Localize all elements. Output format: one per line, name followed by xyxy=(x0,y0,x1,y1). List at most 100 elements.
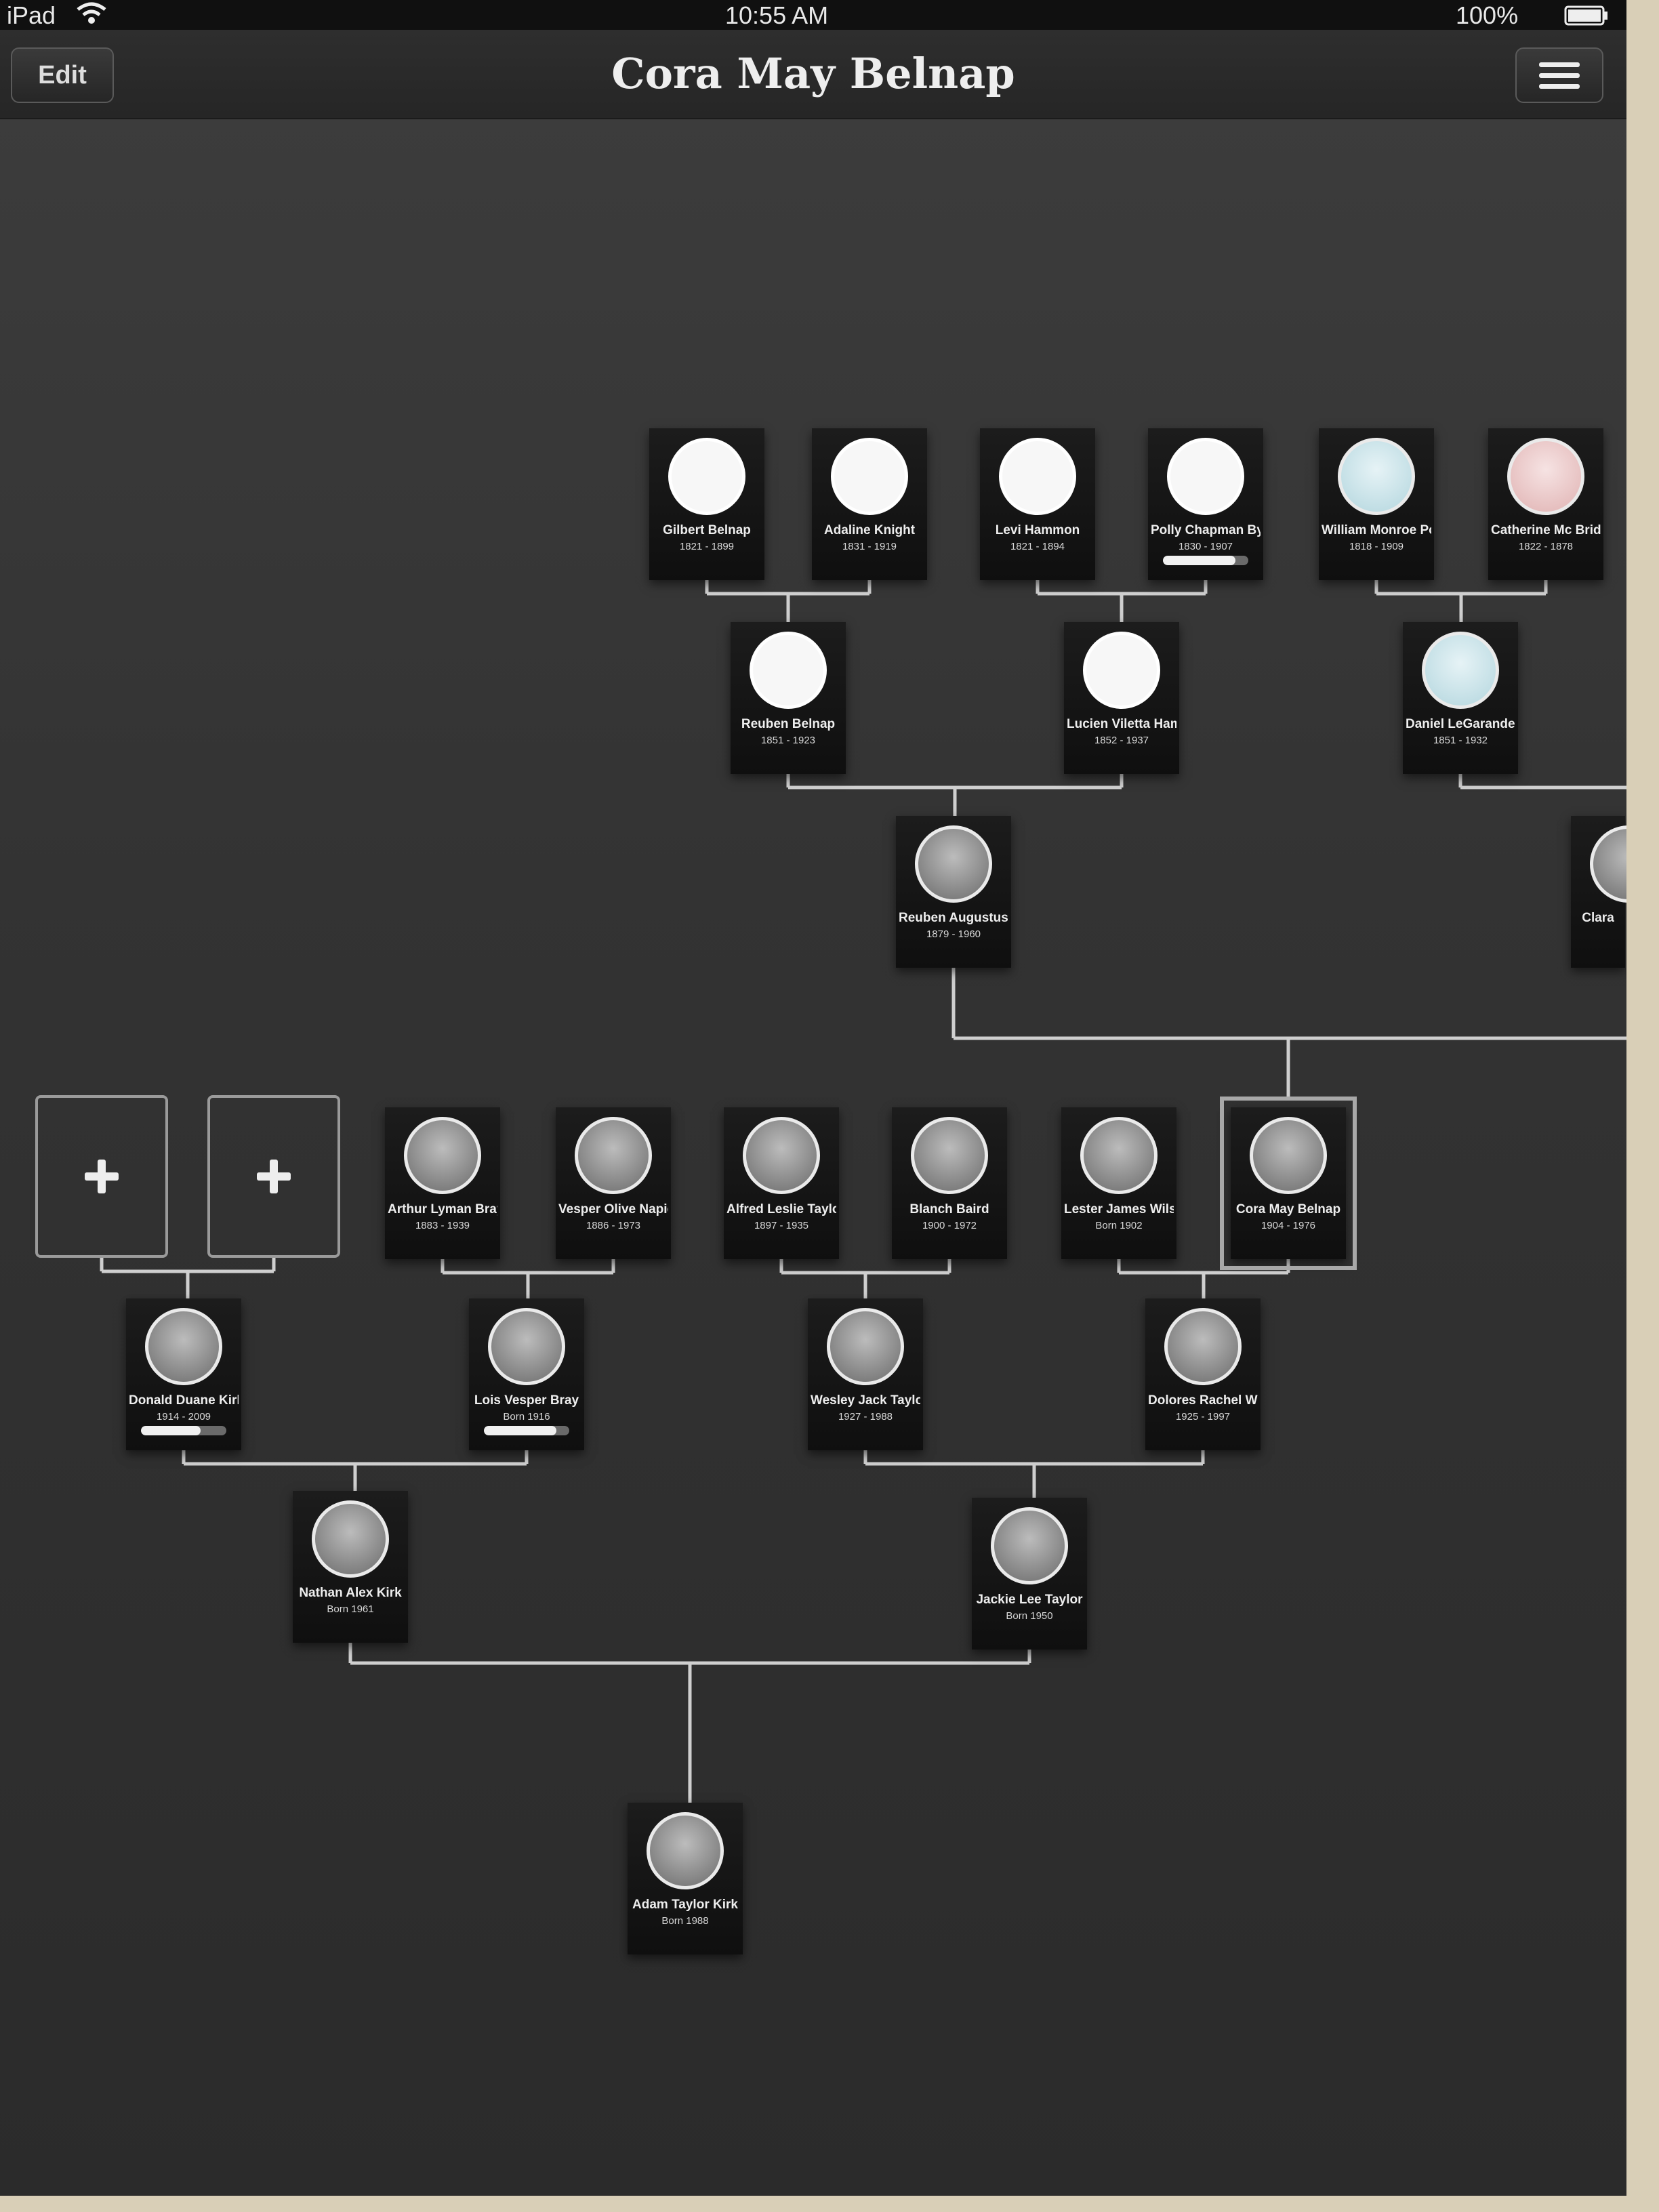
person-card-clara[interactable]: Clara xyxy=(1571,816,1626,968)
person-name: Blanch Baird xyxy=(909,1202,989,1216)
person-name: Adam Taylor Kirk xyxy=(632,1898,738,1912)
person-dates: 1883 - 1939 xyxy=(415,1220,470,1231)
record-progress-bar xyxy=(1163,556,1248,565)
person-dates: 1927 - 1988 xyxy=(838,1411,893,1422)
person-photo xyxy=(312,1500,389,1578)
add-parent-button[interactable] xyxy=(207,1095,340,1258)
person-name: Daniel LeGarande Pope xyxy=(1406,717,1515,731)
person-card-jackie[interactable]: Jackie Lee Taylor Born 1950 xyxy=(972,1498,1087,1650)
record-progress-fill xyxy=(141,1426,201,1435)
person-photo xyxy=(831,438,908,515)
person-photo xyxy=(647,1812,724,1889)
person-photo xyxy=(1167,438,1244,515)
person-photo xyxy=(1164,1308,1242,1385)
person-name: Dolores Rachel Wilson xyxy=(1148,1393,1258,1408)
person-card-blanch[interactable]: Blanch Baird 1900 - 1972 xyxy=(892,1107,1007,1259)
person-card-donald[interactable]: Donald Duane Kirk 1914 - 2009 xyxy=(126,1298,241,1450)
person-dates: 1822 - 1878 xyxy=(1518,541,1574,552)
person-photo xyxy=(1338,438,1415,515)
person-photo xyxy=(743,1117,820,1194)
person-dates: 1830 - 1907 xyxy=(1178,541,1233,552)
person-card-levi[interactable]: Levi Hammon 1821 - 1894 xyxy=(980,428,1095,580)
person-photo xyxy=(911,1117,988,1194)
person-photo xyxy=(575,1117,652,1194)
person-dates: Born 1916 xyxy=(503,1411,550,1422)
record-progress-fill xyxy=(1163,556,1236,565)
person-dates: 1879 - 1960 xyxy=(926,928,981,940)
person-card-adam[interactable]: Adam Taylor Kirk Born 1988 xyxy=(628,1803,743,1954)
person-card-adaline[interactable]: Adaline Knight 1831 - 1919 xyxy=(812,428,927,580)
person-dates: 1851 - 1932 xyxy=(1433,735,1488,746)
add-parent-button[interactable] xyxy=(35,1095,168,1258)
person-photo xyxy=(488,1308,565,1385)
person-name: Cora May Belnap xyxy=(1235,1202,1341,1216)
person-name: Vesper Olive Napier xyxy=(558,1202,668,1216)
record-progress-bar xyxy=(141,1426,226,1435)
person-card-lester[interactable]: Lester James Wilson Born 1902 xyxy=(1061,1107,1176,1259)
person-dates: 1831 - 1919 xyxy=(842,541,897,552)
person-card-polly[interactable]: Polly Chapman Bybee 1830 - 1907 xyxy=(1148,428,1263,580)
person-photo xyxy=(1507,438,1584,515)
person-card-vesper[interactable]: Vesper Olive Napier 1886 - 1973 xyxy=(556,1107,671,1259)
person-name: Catherine Mc Bride xyxy=(1491,523,1601,537)
plus-icon xyxy=(257,1160,291,1193)
person-card-reubena[interactable]: Reuben Augustus Belnap 1879 - 1960 xyxy=(896,816,1011,968)
person-card-lucien[interactable]: Lucien Viletta Hammon 1852 - 1937 xyxy=(1064,622,1179,774)
person-dates: 1904 - 1976 xyxy=(1261,1220,1316,1231)
person-photo xyxy=(404,1117,481,1194)
person-dates: Born 1950 xyxy=(1006,1610,1053,1622)
person-dates: 1886 - 1973 xyxy=(586,1220,641,1231)
person-card-dolores[interactable]: Dolores Rachel Wilson 1925 - 1997 xyxy=(1145,1298,1261,1450)
person-dates: 1897 - 1935 xyxy=(754,1220,809,1231)
person-name: Jackie Lee Taylor xyxy=(976,1593,1083,1607)
person-dates: 1914 - 2009 xyxy=(156,1411,211,1422)
person-dates: 1900 - 1972 xyxy=(922,1220,977,1231)
person-card-cora[interactable]: Cora May Belnap 1904 - 1976 xyxy=(1220,1097,1357,1270)
person-dates: 1818 - 1909 xyxy=(1349,541,1404,552)
person-name: Polly Chapman Bybee xyxy=(1151,523,1261,537)
person-dates: 1925 - 1997 xyxy=(1175,1411,1231,1422)
person-name: Reuben Belnap xyxy=(741,717,836,731)
person-photo xyxy=(668,438,745,515)
record-progress-bar xyxy=(484,1426,569,1435)
person-photo xyxy=(915,825,992,903)
person-name: Donald Duane Kirk xyxy=(129,1393,239,1408)
person-name: Lucien Viletta Hammon xyxy=(1067,717,1176,731)
person-name: Levi Hammon xyxy=(995,523,1080,537)
person-dates: 1851 - 1923 xyxy=(760,735,816,746)
person-photo xyxy=(1083,632,1160,709)
person-dates: 1821 - 1899 xyxy=(679,541,735,552)
person-card-catherine[interactable]: Catherine Mc Bride 1822 - 1878 xyxy=(1488,428,1603,580)
person-name: Alfred Leslie Taylor xyxy=(726,1202,836,1216)
person-photo xyxy=(1422,632,1499,709)
person-card-reuben[interactable]: Reuben Belnap 1851 - 1923 xyxy=(731,622,846,774)
person-card-lois[interactable]: Lois Vesper Bray Born 1916 xyxy=(469,1298,584,1450)
record-progress-fill xyxy=(484,1426,557,1435)
person-dates: 1852 - 1937 xyxy=(1094,735,1149,746)
person-name: Wesley Jack Taylor xyxy=(811,1393,920,1408)
person-card-william[interactable]: William Monroe Pope 1818 - 1909 xyxy=(1319,428,1434,580)
person-dates: 1821 - 1894 xyxy=(1010,541,1065,552)
person-name: Arthur Lyman Bray xyxy=(388,1202,497,1216)
person-name: William Monroe Pope xyxy=(1322,523,1431,537)
person-card-arthur[interactable]: Arthur Lyman Bray 1883 - 1939 xyxy=(385,1107,500,1259)
person-name: Clara xyxy=(1582,911,1614,925)
person-photo xyxy=(1250,1117,1327,1194)
person-photo xyxy=(827,1308,904,1385)
person-photo xyxy=(145,1308,222,1385)
person-card-gilbert[interactable]: Gilbert Belnap 1821 - 1899 xyxy=(649,428,764,580)
plus-icon xyxy=(85,1160,119,1193)
person-photo xyxy=(750,632,827,709)
person-card-daniel[interactable]: Daniel LeGarande Pope 1851 - 1932 xyxy=(1403,622,1518,774)
app-screen: iPad 10:55 AM 100% Edit Cora May Belnap … xyxy=(0,0,1626,2196)
person-card-nathan[interactable]: Nathan Alex Kirk Born 1961 xyxy=(293,1491,408,1643)
person-dates: Born 1988 xyxy=(661,1915,709,1927)
person-photo xyxy=(999,438,1076,515)
person-name: Gilbert Belnap xyxy=(663,523,751,537)
person-name: Reuben Augustus Belnap xyxy=(899,911,1008,925)
person-photo xyxy=(991,1507,1068,1584)
person-card-wesley[interactable]: Wesley Jack Taylor 1927 - 1988 xyxy=(808,1298,923,1450)
person-name: Adaline Knight xyxy=(823,523,916,537)
person-card-alfred[interactable]: Alfred Leslie Taylor 1897 - 1935 xyxy=(724,1107,839,1259)
person-name: Lester James Wilson xyxy=(1064,1202,1174,1216)
